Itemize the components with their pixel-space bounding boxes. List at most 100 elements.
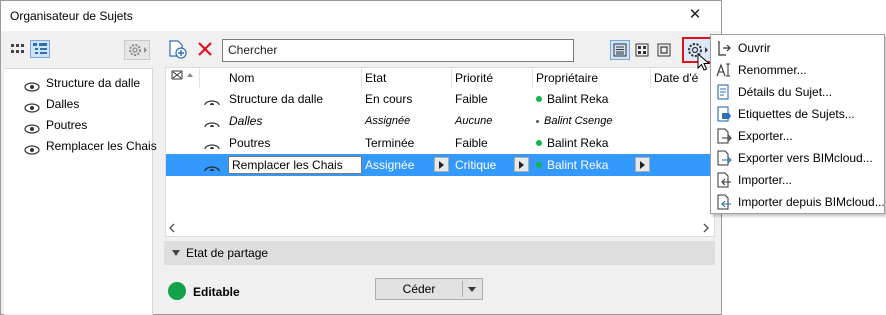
- cell-owner: Balint Csenge: [533, 110, 651, 132]
- left-panel: Structure da dalle Dalles Poutres Rempla…: [4, 32, 157, 315]
- options-context-menu: Ouvrir Renommer... Détails du Sujet... E…: [710, 34, 885, 214]
- release-button-label: Céder: [402, 282, 436, 296]
- delete-icon[interactable]: [195, 39, 215, 59]
- menu-item-label: Etiquettes de Sujets...: [738, 107, 855, 121]
- owner-status-dot: [536, 162, 542, 168]
- topics-table: Nom Etat Priorité Propriétaire Date d'é …: [165, 67, 715, 237]
- collapse-triangle-icon[interactable]: [172, 250, 180, 256]
- cell-status: Assignée: [365, 115, 411, 127]
- tree-item[interactable]: Structure da dalle: [24, 73, 152, 93]
- list-view-icon[interactable]: [610, 40, 630, 60]
- eye-icon[interactable]: [204, 95, 220, 105]
- editable-status-icon: [168, 282, 186, 300]
- menu-item-import[interactable]: Importer...: [711, 169, 884, 191]
- search-input[interactable]: Chercher: [222, 39, 574, 62]
- topic-tree: Structure da dalle Dalles Poutres Rempla…: [4, 68, 157, 314]
- owner-dropdown-arrow[interactable]: [635, 157, 650, 172]
- title-bar: Organisateur de Sujets ✕: [1, 1, 721, 31]
- tree-item-label: Structure da dalle: [46, 76, 141, 90]
- window-title: Organisateur de Sujets: [10, 9, 133, 23]
- menu-item-export-cloud[interactable]: Exporter vers BIMcloud...: [711, 147, 884, 169]
- cell-priority: Critique: [455, 158, 497, 172]
- menu-item-label: Importer...: [738, 173, 793, 187]
- cell-status: Assignée: [365, 158, 415, 172]
- labels-icon: [716, 106, 732, 122]
- details-icon: [716, 84, 732, 100]
- open-icon: [716, 40, 732, 56]
- menu-item-label: Ouvrir: [738, 41, 771, 55]
- eye-icon[interactable]: [204, 117, 220, 127]
- cell-owner: Balint Reka: [533, 88, 651, 110]
- table-row[interactable]: Poutres Terminée Faible Balint Reka: [166, 132, 714, 154]
- cell-name: Structure da dalle: [229, 92, 324, 106]
- table-row[interactable]: Dalles Assignée Aucune Balint Csenge: [166, 110, 714, 132]
- status-dropdown-arrow[interactable]: [434, 157, 449, 172]
- grid-view-icon[interactable]: [8, 40, 28, 58]
- owner-status-dot: [536, 120, 539, 123]
- menu-item-rename[interactable]: Renommer...: [711, 59, 884, 81]
- table-row-selected[interactable]: Remplacer les Chais Assignée Critique Ba…: [166, 154, 714, 176]
- sharing-section-header[interactable]: Etat de partage: [164, 241, 715, 265]
- mouse-cursor-icon: [697, 52, 711, 76]
- menu-item-label: Importer depuis BIMcloud...: [738, 195, 885, 209]
- tree-item-label: Poutres: [46, 118, 88, 132]
- export-icon: [716, 128, 732, 144]
- tree-item[interactable]: Dalles: [24, 94, 152, 114]
- tree-item[interactable]: Remplacer les Chais: [24, 136, 157, 156]
- tree-item-label: Remplacer les Chais: [46, 139, 157, 153]
- eye-icon[interactable]: [24, 141, 40, 161]
- sharing-section-title: Etat de partage: [186, 246, 269, 260]
- cell-owner: Balint Reka: [533, 154, 633, 176]
- chevron-down-icon[interactable]: [468, 287, 476, 292]
- menu-item-labels[interactable]: Etiquettes de Sujets...: [711, 103, 884, 125]
- owner-status-dot: [536, 140, 542, 146]
- cell-priority: Aucune: [455, 115, 493, 127]
- cell-name: Dalles: [229, 114, 263, 128]
- topic-organizer-window: Organisateur de Sujets ✕ Structure da da…: [0, 0, 722, 315]
- cell-priority: Faible: [455, 136, 488, 150]
- import-icon: [716, 172, 732, 188]
- import-cloud-icon: [716, 194, 732, 210]
- cell-status: En cours: [365, 92, 413, 106]
- release-button[interactable]: Céder: [375, 278, 483, 300]
- left-gear-icon[interactable]: [124, 40, 150, 60]
- tree-view-icon[interactable]: [30, 40, 50, 58]
- owner-name: Balint Reka: [547, 136, 609, 150]
- thumbnail-view-icon[interactable]: [632, 40, 652, 60]
- editable-status-label: Editable: [193, 285, 240, 299]
- menu-item-details[interactable]: Détails du Sujet...: [711, 81, 884, 103]
- tree-item-label: Dalles: [46, 97, 80, 111]
- column-header-status[interactable]: Etat: [362, 68, 452, 88]
- add-topic-icon[interactable]: [167, 39, 187, 59]
- button-divider: [462, 281, 463, 297]
- menu-item-label: Exporter...: [738, 129, 793, 143]
- rename-field[interactable]: Remplacer les Chais: [228, 156, 362, 174]
- column-header-icon[interactable]: [166, 68, 200, 88]
- column-header-priority[interactable]: Priorité: [452, 68, 533, 88]
- cell-owner: Balint Reka: [533, 132, 651, 154]
- single-view-icon[interactable]: [654, 40, 674, 60]
- tree-item[interactable]: Poutres: [24, 115, 152, 135]
- cell-name: Poutres: [229, 136, 271, 150]
- menu-item-label: Exporter vers BIMcloud...: [738, 151, 873, 165]
- table-row[interactable]: Structure da dalle En cours Faible Balin…: [166, 88, 714, 110]
- owner-name: Balint Reka: [547, 158, 609, 172]
- priority-dropdown-arrow[interactable]: [514, 157, 529, 172]
- horizontal-scrollbar[interactable]: [165, 219, 715, 237]
- cell-priority: Faible: [455, 92, 488, 106]
- owner-status-dot: [536, 96, 542, 102]
- close-icon[interactable]: ✕: [685, 5, 705, 25]
- eye-icon[interactable]: [204, 161, 220, 171]
- eye-icon[interactable]: [204, 139, 220, 149]
- export-cloud-icon: [716, 150, 732, 166]
- menu-item-import-cloud[interactable]: Importer depuis BIMcloud...: [711, 191, 885, 213]
- column-header-owner[interactable]: Propriétaire: [533, 68, 651, 88]
- menu-item-label: Détails du Sujet...: [738, 85, 833, 99]
- menu-item-label: Renommer...: [738, 63, 807, 77]
- rename-icon: [716, 62, 732, 78]
- owner-name: Balint Csenge: [544, 115, 613, 127]
- column-header-name[interactable]: Nom: [226, 68, 362, 88]
- menu-item-open[interactable]: Ouvrir: [711, 37, 884, 59]
- menu-item-export[interactable]: Exporter...: [711, 125, 884, 147]
- cell-status: Terminée: [365, 136, 415, 150]
